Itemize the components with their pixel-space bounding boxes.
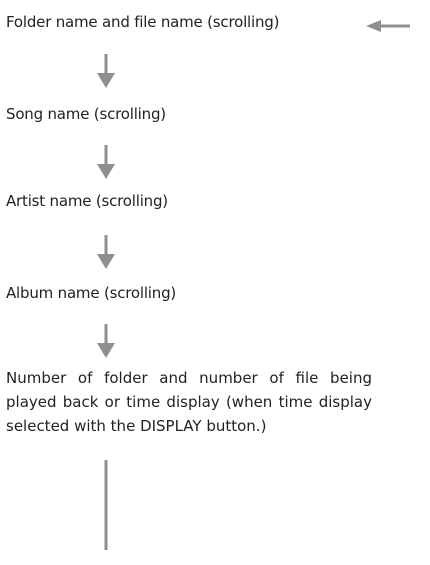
return-arrow-icon (366, 17, 410, 32)
step-album-name: Album name (scrolling) (6, 284, 177, 302)
step-artist-name: Artist name (scrolling) (6, 192, 168, 210)
down-arrow-icon (97, 54, 115, 88)
step-folder-file-name: Folder name and file name (scrolling) (6, 13, 280, 31)
return-line (98, 460, 114, 550)
down-arrow-icon (97, 324, 115, 358)
down-arrow-icon (97, 235, 115, 269)
step-song-name: Song name (scrolling) (6, 105, 166, 123)
down-arrow-icon (97, 145, 115, 179)
step-number-or-time-display: Number of folder and number of file bein… (6, 369, 372, 435)
